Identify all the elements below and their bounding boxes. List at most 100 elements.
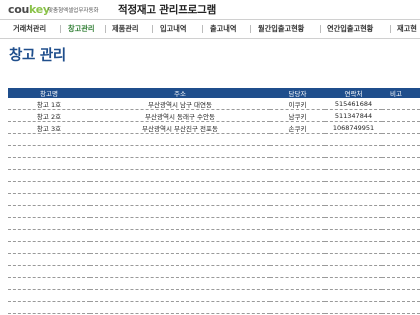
empty-cell[interactable] [382,241,420,254]
empty-cell[interactable] [90,265,270,278]
menu-item[interactable]: 창고관리 [68,20,94,38]
menu-item[interactable]: 입고내역 [160,20,186,38]
empty-cell[interactable] [382,181,420,194]
empty-table-row[interactable] [8,157,420,170]
empty-cell[interactable] [8,217,90,230]
empty-cell[interactable] [270,169,325,182]
empty-cell[interactable] [90,277,270,290]
cell-address[interactable]: 부산광역시 부산진구 전포동 [90,121,270,134]
empty-cell[interactable] [382,133,420,146]
column-header-note[interactable]: 비고 [382,88,420,98]
cell-manager[interactable]: 이쿠키 [270,98,325,110]
empty-cell[interactable] [8,301,90,314]
empty-cell[interactable] [325,277,382,290]
cell-name[interactable]: 창고 1호 [8,98,90,110]
empty-cell[interactable] [8,133,90,146]
column-header-name[interactable]: 창고명 [8,88,90,98]
empty-cell[interactable] [270,217,325,230]
empty-cell[interactable] [90,301,270,314]
empty-cell[interactable] [270,205,325,218]
empty-cell[interactable] [270,145,325,158]
empty-cell[interactable] [90,193,270,206]
empty-cell[interactable] [8,253,90,266]
empty-table-row[interactable] [8,169,420,182]
empty-cell[interactable] [382,145,420,158]
empty-cell[interactable] [90,217,270,230]
empty-cell[interactable] [8,145,90,158]
empty-cell[interactable] [325,157,382,170]
empty-cell[interactable] [270,181,325,194]
empty-cell[interactable] [382,217,420,230]
empty-cell[interactable] [90,181,270,194]
empty-cell[interactable] [90,145,270,158]
empty-cell[interactable] [382,205,420,218]
empty-cell[interactable] [382,289,420,302]
empty-cell[interactable] [90,157,270,170]
empty-table-row[interactable] [8,133,420,146]
menu-item[interactable]: 연간입출고현황 [327,20,373,38]
menu-item[interactable]: 월간입출고현황 [258,20,304,38]
empty-cell[interactable] [270,265,325,278]
cell-phone[interactable]: 515461684 [325,98,382,110]
empty-cell[interactable] [325,301,382,314]
empty-cell[interactable] [325,181,382,194]
empty-table-row[interactable] [8,289,420,302]
table-row[interactable]: 창고 3호 부산광역시 부산진구 전포동 손쿠키 1068749951 [8,121,420,134]
empty-cell[interactable] [90,205,270,218]
empty-cell[interactable] [382,277,420,290]
empty-cell[interactable] [8,169,90,182]
cell-name[interactable]: 창고 2호 [8,109,90,122]
cell-phone[interactable]: 511347844 [325,109,382,122]
empty-table-row[interactable] [8,241,420,254]
empty-cell[interactable] [8,289,90,302]
empty-table-row[interactable] [8,193,420,206]
empty-cell[interactable] [270,301,325,314]
empty-table-row[interactable] [8,205,420,218]
cell-phone[interactable]: 1068749951 [325,121,382,134]
empty-cell[interactable] [382,229,420,242]
empty-table-row[interactable] [8,277,420,290]
empty-table-row[interactable] [8,145,420,158]
menu-item[interactable]: 거래처관리 [13,20,46,38]
menu-item[interactable]: 재고현 [397,20,417,38]
empty-cell[interactable] [8,229,90,242]
empty-cell[interactable] [270,277,325,290]
empty-cell[interactable] [382,301,420,314]
empty-cell[interactable] [382,157,420,170]
empty-cell[interactable] [270,289,325,302]
empty-table-row[interactable] [8,217,420,230]
empty-cell[interactable] [270,133,325,146]
empty-cell[interactable] [8,181,90,194]
cell-note[interactable] [382,109,420,122]
table-row[interactable]: 창고 2호 부산광역시 동래구 수안동 남쿠키 511347844 [8,109,420,122]
empty-cell[interactable] [8,157,90,170]
empty-cell[interactable] [90,229,270,242]
empty-cell[interactable] [270,193,325,206]
empty-cell[interactable] [325,193,382,206]
empty-cell[interactable] [270,253,325,266]
empty-cell[interactable] [8,277,90,290]
empty-table-row[interactable] [8,181,420,194]
empty-cell[interactable] [325,229,382,242]
menu-item[interactable]: 출고내역 [210,20,236,38]
empty-table-row[interactable] [8,229,420,242]
empty-cell[interactable] [270,229,325,242]
column-header-address[interactable]: 주소 [90,88,270,98]
cell-name[interactable]: 창고 3호 [8,121,90,134]
empty-cell[interactable] [90,169,270,182]
empty-cell[interactable] [325,205,382,218]
empty-cell[interactable] [90,133,270,146]
column-header-manager[interactable]: 담당자 [270,88,325,98]
cell-manager[interactable]: 남쿠키 [270,109,325,122]
empty-cell[interactable] [90,241,270,254]
empty-table-row[interactable] [8,265,420,278]
empty-cell[interactable] [325,145,382,158]
empty-table-row[interactable] [8,301,420,314]
empty-cell[interactable] [382,193,420,206]
empty-cell[interactable] [90,289,270,302]
empty-cell[interactable] [382,253,420,266]
empty-cell[interactable] [325,289,382,302]
cell-note[interactable] [382,121,420,134]
empty-cell[interactable] [382,265,420,278]
empty-cell[interactable] [382,169,420,182]
